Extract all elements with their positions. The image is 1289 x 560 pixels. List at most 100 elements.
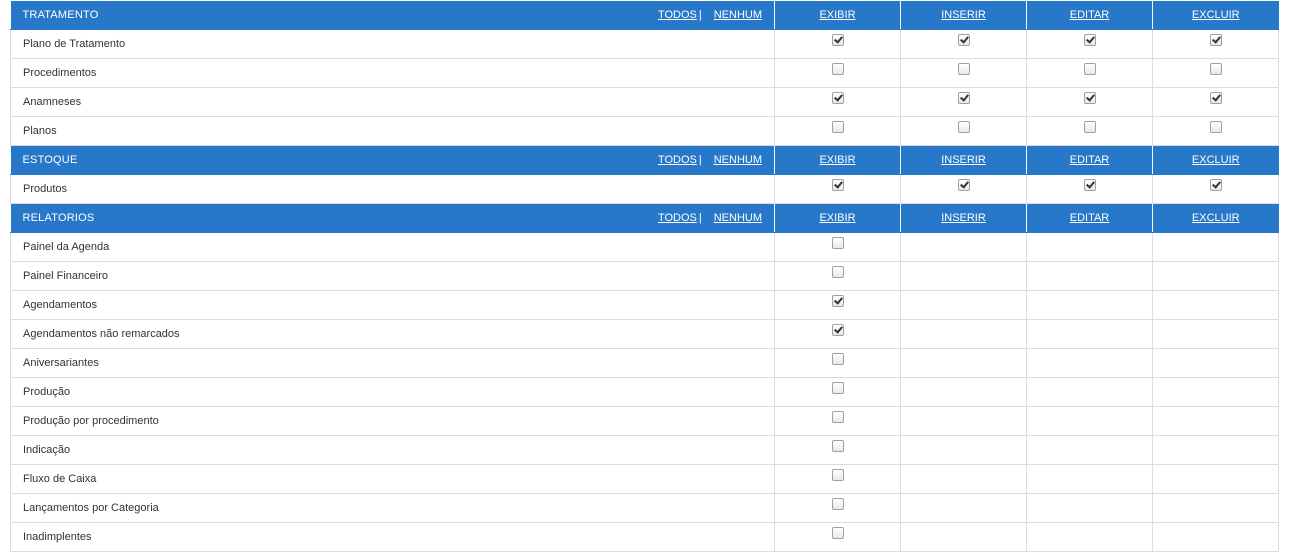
select-all-link[interactable]: TODOS xyxy=(658,212,697,224)
checkbox-exibir[interactable] xyxy=(831,120,844,133)
checkbox-exibir[interactable] xyxy=(831,62,844,75)
checkbox-exibir[interactable] xyxy=(831,439,844,452)
checkbox-exibir[interactable] xyxy=(831,294,844,307)
toggle-column-inserir-link[interactable]: INSERIR xyxy=(941,9,986,21)
permission-row: Procedimentos xyxy=(10,58,1279,88)
toggle-column-exibir-link[interactable]: EXIBIR xyxy=(819,9,855,21)
permission-label: Agendamentos não remarcados xyxy=(10,319,775,349)
checkbox-exibir[interactable] xyxy=(831,526,844,539)
permission-label: Procedimentos xyxy=(10,58,775,88)
checkbox-exibir[interactable] xyxy=(831,352,844,365)
permission-cell-exibir xyxy=(774,232,901,262)
checkbox-exibir[interactable] xyxy=(831,468,844,481)
checkbox-excluir[interactable] xyxy=(1209,178,1222,191)
permission-row: Indicação xyxy=(10,435,1279,465)
section-header-estoque: ESTOQUE TODOS | NENHUM EXIBIR INSERIR EDITAR EX… xyxy=(10,145,1279,175)
column-header-editar: EDITAR xyxy=(1026,203,1153,233)
checkbox-editar[interactable] xyxy=(1083,91,1096,104)
permission-label: Planos xyxy=(10,116,775,146)
select-none-link[interactable]: NENHUM xyxy=(714,9,762,21)
permission-cell-editar xyxy=(1026,232,1153,262)
checkbox-inserir[interactable] xyxy=(957,178,970,191)
checkbox-exibir[interactable] xyxy=(831,497,844,510)
permission-cell-editar xyxy=(1026,174,1153,204)
permission-cell-inserir xyxy=(900,522,1027,552)
checkbox-editar[interactable] xyxy=(1083,120,1096,133)
permission-cell-excluir xyxy=(1152,116,1279,146)
section-header-tratamento: TRATAMENTO TODOS | NENHUM EXIBIR INSERIR EDITA… xyxy=(10,1,1279,30)
toggle-column-editar-link[interactable]: EDITAR xyxy=(1070,212,1110,224)
toggle-column-editar-link[interactable]: EDITAR xyxy=(1070,154,1110,166)
permission-cell-editar xyxy=(1026,435,1153,465)
checkbox-exibir[interactable] xyxy=(831,236,844,249)
permission-cell-excluir xyxy=(1152,261,1279,291)
checkbox-inserir[interactable] xyxy=(957,120,970,133)
checkbox-editar[interactable] xyxy=(1083,33,1096,46)
checkbox-exibir[interactable] xyxy=(831,91,844,104)
permission-cell-editar xyxy=(1026,406,1153,436)
toggle-column-excluir-link[interactable]: EXCLUIR xyxy=(1192,154,1240,166)
permission-label: Anamneses xyxy=(10,87,775,117)
checkbox-exibir[interactable] xyxy=(831,178,844,191)
toggle-column-inserir-link[interactable]: INSERIR xyxy=(941,154,986,166)
column-header-exibir: EXIBIR xyxy=(774,1,901,30)
permission-label: Painel da Agenda xyxy=(10,232,775,262)
select-none-link[interactable]: NENHUM xyxy=(714,154,762,166)
column-header-inserir: INSERIR xyxy=(900,1,1027,30)
permission-cell-inserir xyxy=(900,87,1027,117)
toggle-column-editar-link[interactable]: EDITAR xyxy=(1070,9,1110,21)
checkbox-editar[interactable] xyxy=(1083,178,1096,191)
permission-cell-exibir xyxy=(774,377,901,407)
checkbox-exibir[interactable] xyxy=(831,265,844,278)
permission-cell-editar xyxy=(1026,348,1153,378)
select-all-link[interactable]: TODOS xyxy=(658,154,697,166)
permission-cell-exibir xyxy=(774,435,901,465)
permission-row: Produção xyxy=(10,377,1279,407)
checkbox-exibir[interactable] xyxy=(831,33,844,46)
toggle-column-inserir-link[interactable]: INSERIR xyxy=(941,212,986,224)
link-separator: | xyxy=(698,212,702,224)
checkbox-exibir[interactable] xyxy=(831,323,844,336)
checkbox-excluir[interactable] xyxy=(1209,91,1222,104)
select-links: TODOS | NENHUM xyxy=(658,154,762,166)
section-header-bar: TRATAMENTO TODOS | NENHUM xyxy=(23,9,775,21)
permission-row: Anamneses xyxy=(10,87,1279,117)
permission-label: Produção por procedimento xyxy=(10,406,775,436)
select-none-link[interactable]: NENHUM xyxy=(714,212,762,224)
permission-cell-excluir xyxy=(1152,406,1279,436)
select-all-link[interactable]: TODOS xyxy=(658,9,697,21)
permission-label: Produção xyxy=(10,377,775,407)
permission-cell-exibir xyxy=(774,116,901,146)
permission-cell-editar xyxy=(1026,522,1153,552)
checkbox-inserir[interactable] xyxy=(957,33,970,46)
column-header-exibir: EXIBIR xyxy=(774,145,901,175)
checkbox-inserir[interactable] xyxy=(957,91,970,104)
permission-cell-excluir xyxy=(1152,435,1279,465)
checkbox-exibir[interactable] xyxy=(831,381,844,394)
checkbox-inserir[interactable] xyxy=(957,62,970,75)
permission-cell-exibir xyxy=(774,87,901,117)
permission-cell-inserir xyxy=(900,116,1027,146)
checkbox-excluir[interactable] xyxy=(1209,33,1222,46)
permission-cell-exibir xyxy=(774,406,901,436)
checkbox-excluir[interactable] xyxy=(1209,62,1222,75)
checkbox-excluir[interactable] xyxy=(1209,120,1222,133)
toggle-column-excluir-link[interactable]: EXCLUIR xyxy=(1192,9,1240,21)
column-header-editar: EDITAR xyxy=(1026,1,1153,30)
toggle-column-exibir-link[interactable]: EXIBIR xyxy=(819,154,855,166)
toggle-column-excluir-link[interactable]: EXCLUIR xyxy=(1192,212,1240,224)
permission-cell-inserir xyxy=(900,435,1027,465)
permission-cell-exibir xyxy=(774,522,901,552)
permission-cell-inserir xyxy=(900,58,1027,88)
permission-row: Planos xyxy=(10,116,1279,146)
checkbox-exibir[interactable] xyxy=(831,410,844,423)
permission-cell-excluir xyxy=(1152,348,1279,378)
checkbox-editar[interactable] xyxy=(1083,62,1096,75)
permission-row: Plano de Tratamento xyxy=(10,29,1279,59)
permission-cell-inserir xyxy=(900,377,1027,407)
section-title-cell: RELATORIOS TODOS | NENHUM xyxy=(10,203,775,233)
permission-label: Lançamentos por Categoria xyxy=(10,493,775,523)
permission-cell-exibir xyxy=(774,261,901,291)
permission-cell-excluir xyxy=(1152,29,1279,59)
toggle-column-exibir-link[interactable]: EXIBIR xyxy=(819,212,855,224)
